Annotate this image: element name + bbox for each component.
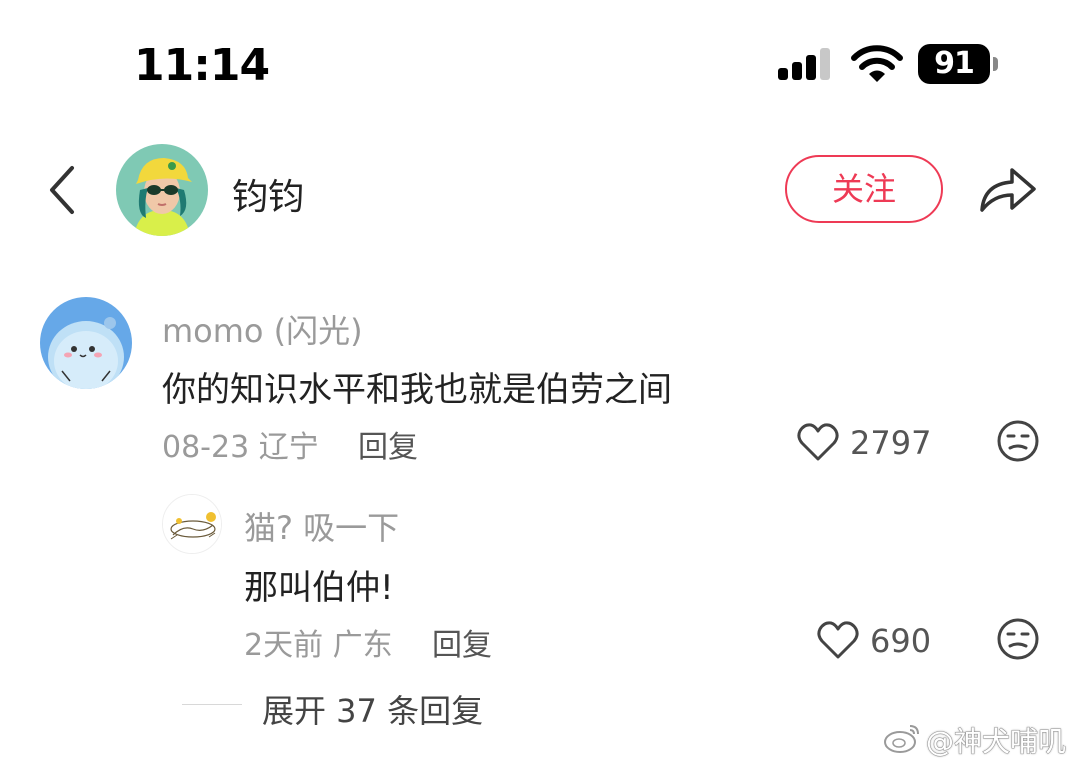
reply-avatar[interactable] — [162, 494, 222, 554]
reply-text: 那叫伯仲! — [244, 568, 394, 608]
weibo-logo-icon — [884, 725, 919, 753]
expand-replies-button[interactable]: 展开 37 条回复 — [262, 686, 483, 732]
reply-button[interactable]: 回复 — [358, 422, 418, 466]
cat-sketch-avatar-icon — [163, 495, 221, 553]
like-count: 690 — [870, 622, 932, 660]
profile-avatar[interactable] — [116, 144, 208, 236]
like-count: 2797 — [850, 424, 932, 462]
battery-level: 91 — [918, 44, 990, 84]
comment-text: 你的知识水平和我也就是伯劳之间 — [162, 370, 672, 410]
expand-divider — [182, 704, 242, 705]
chevron-left-icon[interactable] — [44, 164, 80, 216]
reply-meta: 2天前 广东 — [244, 628, 393, 663]
cellular-signal-icon — [778, 48, 830, 80]
profile-name[interactable]: 钧钧 — [232, 168, 304, 220]
wifi-icon — [851, 45, 903, 82]
share-arrow-icon[interactable] — [976, 162, 1038, 214]
reply-author[interactable]: 猫? 吸一下 — [244, 503, 399, 549]
commenter-avatar[interactable] — [40, 297, 132, 389]
battery-indicator: 91 — [918, 44, 998, 84]
status-time: 11:14 — [134, 40, 270, 91]
heart-icon[interactable] — [816, 620, 860, 660]
battery-tip — [993, 57, 998, 71]
reply-button[interactable]: 回复 — [432, 620, 492, 664]
watermark: @神犬哺叽 — [882, 718, 1072, 759]
heart-icon[interactable] — [796, 422, 840, 462]
follow-button[interactable]: 关注 — [785, 155, 943, 223]
comment-meta: 08-23 辽宁 — [162, 430, 319, 465]
comment-author[interactable]: momo (闪光) — [162, 306, 363, 352]
dislike-face-icon[interactable] — [996, 419, 1040, 463]
woman-portrait-icon — [116, 144, 208, 236]
watermark-text: @神犬哺叽 — [925, 725, 1067, 759]
dislike-face-icon[interactable] — [996, 617, 1040, 661]
blue-mascot-avatar-icon — [40, 297, 132, 389]
